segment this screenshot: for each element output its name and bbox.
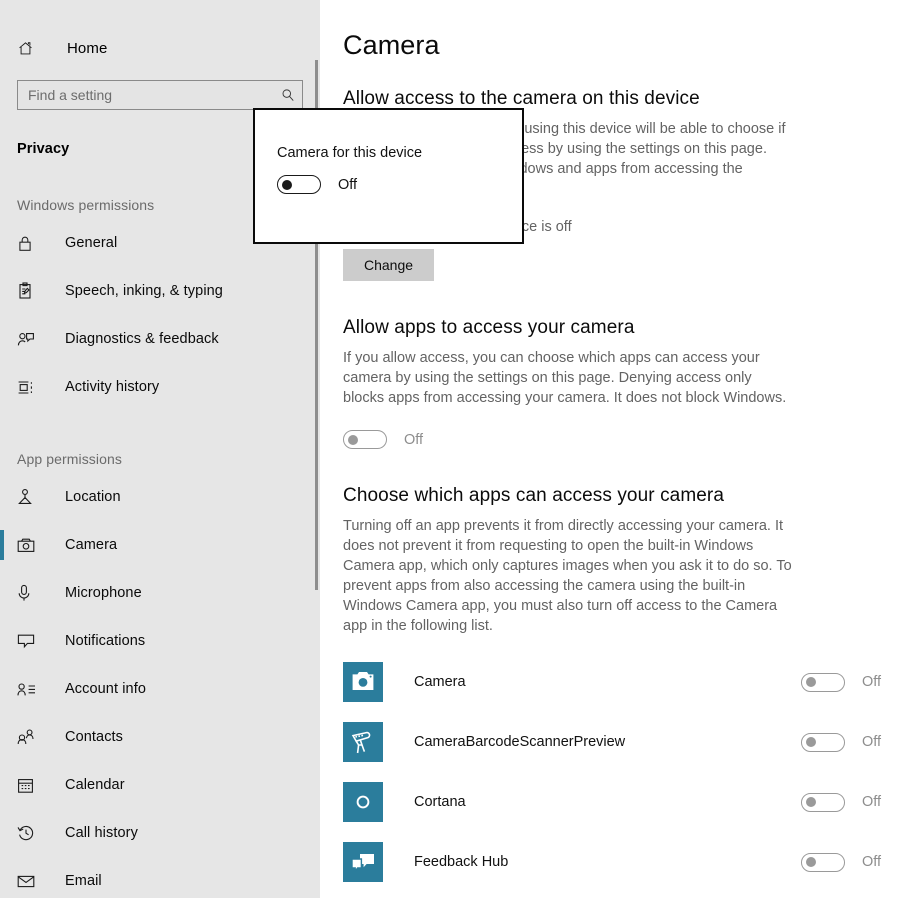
app-name: Feedback Hub — [414, 854, 509, 870]
device-access-heading: Allow access to the camera on this devic… — [343, 88, 700, 109]
lock-icon — [17, 235, 39, 252]
app-row: Feedback Hub Off — [343, 832, 902, 892]
toggle-knob — [806, 857, 816, 867]
app-toggle-label: Off — [862, 854, 882, 870]
sidebar-item-diagnostics-feedback[interactable]: Diagnostics & feedback — [0, 315, 320, 363]
page-title: Camera — [343, 30, 440, 60]
sidebar-item-label: Microphone — [65, 585, 142, 601]
sidebar-item-label: Account info — [65, 681, 146, 697]
app-toggle[interactable] — [801, 672, 845, 692]
sidebar-item-label: Call history — [65, 825, 138, 841]
app-name: Cortana — [414, 794, 466, 810]
sidebar-item-label: Email — [65, 873, 102, 889]
toggle-knob — [806, 677, 816, 687]
sidebar-item-label: Speech, inking, & typing — [65, 283, 223, 299]
sidebar-item-email[interactable]: Email — [0, 857, 320, 898]
sidebar-item-label: Camera — [65, 537, 118, 553]
search-box[interactable] — [17, 80, 303, 110]
feedback-hub-icon — [343, 842, 383, 882]
sidebar-item-notifications[interactable]: Notifications — [0, 617, 320, 665]
sidebar-item-home[interactable]: Home — [0, 31, 320, 65]
sidebar-item-camera[interactable]: Camera — [0, 521, 320, 569]
apps-access-description: If you allow access, you can choose whic… — [343, 350, 787, 406]
sidebar-item-label: Location — [65, 489, 121, 505]
sidebar-item-account-info[interactable]: Account info — [0, 665, 320, 713]
sidebar-item-speech-inking-typing[interactable]: Speech, inking, & typing — [0, 267, 320, 315]
sidebar-item-label: Diagnostics & feedback — [65, 331, 219, 347]
sidebar-item-label: General — [65, 235, 118, 251]
speech-bubble-icon — [17, 633, 39, 649]
clipboard-pen-icon — [17, 282, 39, 300]
app-toggle[interactable] — [801, 852, 845, 872]
popup-toggle-row: Off — [277, 175, 522, 194]
camera-device-popup: Camera for this device Off — [253, 108, 524, 244]
calendar-icon — [17, 777, 39, 794]
app-toggle-label: Off — [862, 734, 882, 750]
app-name: Camera — [414, 674, 466, 690]
camera-icon — [17, 538, 39, 553]
sidebar-item-contacts[interactable]: Contacts — [0, 713, 320, 761]
sidebar-home-label: Home — [67, 39, 108, 57]
change-button[interactable]: Change — [343, 249, 434, 281]
sidebar-item-label: Calendar — [65, 777, 125, 793]
clock-history-icon — [17, 824, 39, 842]
app-toggle-label: Off — [862, 794, 882, 810]
popup-camera-toggle[interactable] — [277, 175, 321, 194]
app-toggle-label: Off — [862, 674, 882, 690]
app-toggle[interactable] — [801, 792, 845, 812]
popup-toggle-label: Off — [338, 176, 358, 193]
choose-apps-heading: Choose which apps can access your camera — [343, 485, 725, 506]
search-input[interactable] — [18, 81, 274, 109]
app-toggle[interactable] — [801, 732, 845, 752]
envelope-icon — [17, 875, 39, 888]
sidebar-group-heading-app-permissions: App permissions — [17, 451, 122, 467]
barcode-scanner-icon — [343, 722, 383, 762]
cortana-ring-icon — [343, 782, 383, 822]
toggle-knob — [282, 179, 292, 190]
app-row: CameraBarcodeScannerPreview Off — [343, 712, 902, 772]
sidebar-item-call-history[interactable]: Call history — [0, 809, 320, 857]
popup-title: Camera for this device — [277, 145, 423, 161]
app-row: Camera Off — [343, 652, 902, 712]
home-icon — [17, 40, 43, 57]
apps-access-toggle-label: Off — [404, 431, 424, 448]
microphone-icon — [17, 584, 39, 602]
sidebar-item-microphone[interactable]: Microphone — [0, 569, 320, 617]
camera-app-icon — [343, 662, 383, 702]
toggle-knob — [806, 737, 816, 747]
location-pin-icon — [17, 488, 39, 506]
sidebar-item-label: Activity history — [65, 379, 160, 395]
account-info-icon — [17, 682, 39, 697]
sidebar-item-calendar[interactable]: Calendar — [0, 761, 320, 809]
app-row: Cortana Off — [343, 772, 902, 832]
choose-apps-description: Turning off an app prevents it from dire… — [343, 518, 792, 634]
toggle-knob — [806, 797, 816, 807]
timeline-icon — [17, 379, 39, 396]
sidebar-item-location[interactable]: Location — [0, 473, 320, 521]
settings-window: Home Privacy Windows permissions General — [0, 0, 902, 898]
app-permission-list: Camera Off CameraBarcodeScannerPreview O… — [343, 652, 902, 892]
search-icon[interactable] — [274, 88, 302, 102]
toggle-knob — [348, 434, 358, 445]
apps-access-toggle-row: Off — [343, 430, 902, 449]
sidebar-item-label: Contacts — [65, 729, 124, 745]
apps-access-toggle[interactable] — [343, 430, 387, 449]
contacts-icon — [17, 729, 39, 745]
sidebar-item-activity-history[interactable]: Activity history — [0, 363, 320, 411]
app-name: CameraBarcodeScannerPreview — [414, 734, 626, 750]
apps-access-heading: Allow apps to access your camera — [343, 317, 635, 338]
sidebar-item-label: Notifications — [65, 633, 146, 649]
person-feedback-icon — [17, 331, 39, 348]
